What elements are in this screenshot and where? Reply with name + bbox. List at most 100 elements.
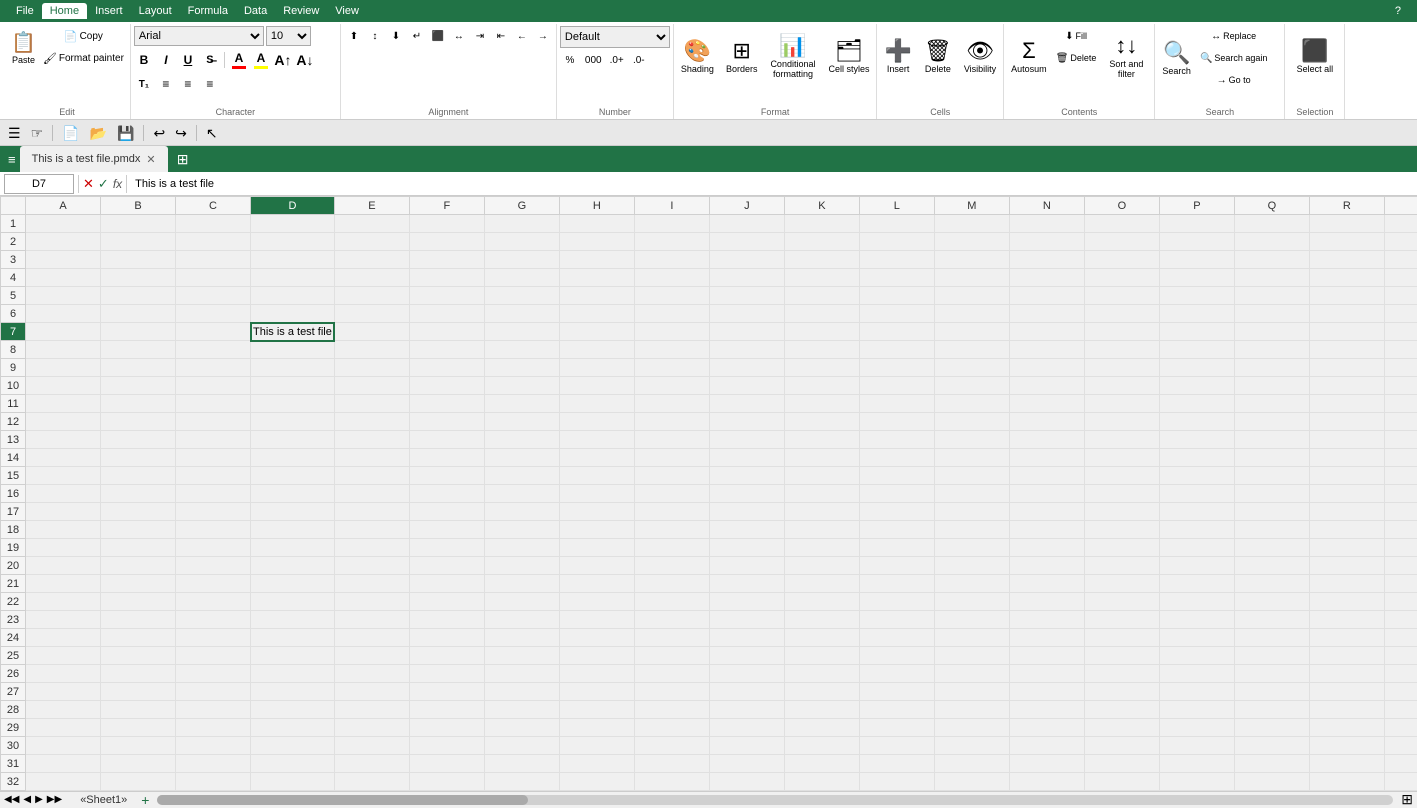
table-cell[interactable]	[559, 665, 634, 683]
table-cell[interactable]	[859, 521, 934, 539]
table-cell[interactable]	[1309, 449, 1384, 467]
table-cell[interactable]	[1234, 359, 1309, 377]
table-cell[interactable]	[484, 395, 559, 413]
table-cell[interactable]	[251, 485, 335, 503]
table-cell[interactable]	[1084, 431, 1159, 449]
copy-button[interactable]: 📄 Copy	[40, 26, 127, 46]
table-cell[interactable]	[409, 557, 484, 575]
table-cell[interactable]	[709, 683, 784, 701]
table-cell[interactable]	[634, 629, 709, 647]
table-cell[interactable]	[1009, 413, 1084, 431]
table-cell[interactable]	[1009, 611, 1084, 629]
table-cell[interactable]	[709, 287, 784, 305]
table-cell[interactable]	[559, 485, 634, 503]
row-header-3[interactable]: 3	[1, 251, 26, 269]
table-cell[interactable]	[634, 521, 709, 539]
table-cell[interactable]	[409, 341, 484, 359]
table-cell[interactable]	[709, 629, 784, 647]
table-cell[interactable]	[634, 341, 709, 359]
table-cell[interactable]	[784, 719, 859, 737]
table-cell[interactable]	[484, 773, 559, 791]
align-middle-button[interactable]: ↕	[365, 26, 385, 46]
col-header-S[interactable]: S	[1384, 197, 1417, 215]
table-cell[interactable]	[634, 755, 709, 773]
table-cell[interactable]	[101, 539, 176, 557]
align-bottom-button[interactable]: ⬇	[386, 26, 406, 46]
table-cell[interactable]	[934, 485, 1009, 503]
table-cell[interactable]	[334, 755, 409, 773]
table-cell[interactable]	[709, 395, 784, 413]
table-cell[interactable]	[484, 575, 559, 593]
table-cell[interactable]	[1084, 647, 1159, 665]
table-cell[interactable]	[559, 575, 634, 593]
table-cell[interactable]	[101, 683, 176, 701]
table-cell[interactable]	[1309, 269, 1384, 287]
table-cell[interactable]	[1084, 485, 1159, 503]
table-cell[interactable]	[559, 215, 634, 233]
table-cell[interactable]	[1309, 575, 1384, 593]
table-cell[interactable]	[251, 593, 335, 611]
number-format-select[interactable]: Default	[560, 26, 670, 48]
table-cell[interactable]	[101, 719, 176, 737]
subscript-button[interactable]: T₁	[134, 74, 154, 94]
table-cell[interactable]	[1384, 521, 1417, 539]
table-cell[interactable]	[709, 269, 784, 287]
table-cell[interactable]	[1384, 215, 1417, 233]
table-cell[interactable]	[784, 575, 859, 593]
table-cell[interactable]	[634, 359, 709, 377]
autosum-button[interactable]: Σ Autosum	[1007, 26, 1051, 86]
table-cell[interactable]	[1309, 305, 1384, 323]
table-cell[interactable]	[1384, 539, 1417, 557]
table-cell[interactable]	[409, 269, 484, 287]
table-cell[interactable]	[634, 665, 709, 683]
table-cell[interactable]	[101, 557, 176, 575]
table-cell[interactable]	[251, 467, 335, 485]
row-header-23[interactable]: 23	[1, 611, 26, 629]
table-cell[interactable]	[1159, 503, 1234, 521]
table-cell[interactable]	[559, 773, 634, 791]
table-cell[interactable]	[1234, 341, 1309, 359]
row-header-32[interactable]: 32	[1, 773, 26, 791]
table-cell[interactable]	[934, 377, 1009, 395]
table-cell[interactable]	[26, 557, 101, 575]
table-cell[interactable]	[1234, 377, 1309, 395]
table-cell[interactable]	[634, 431, 709, 449]
table-cell[interactable]	[1309, 467, 1384, 485]
table-cell[interactable]	[1159, 449, 1234, 467]
table-cell[interactable]	[1234, 755, 1309, 773]
table-cell[interactable]	[934, 449, 1009, 467]
table-cell[interactable]	[176, 431, 251, 449]
table-cell[interactable]	[409, 431, 484, 449]
table-cell[interactable]	[859, 575, 934, 593]
table-cell[interactable]	[709, 611, 784, 629]
table-cell[interactable]	[1159, 431, 1234, 449]
table-cell[interactable]	[1234, 503, 1309, 521]
table-cell[interactable]	[1159, 305, 1234, 323]
table-cell[interactable]	[1084, 683, 1159, 701]
pointer-button[interactable]: ↖	[202, 125, 222, 141]
table-cell[interactable]	[1309, 593, 1384, 611]
table-cell[interactable]	[709, 233, 784, 251]
table-cell[interactable]	[1309, 233, 1384, 251]
table-cell[interactable]	[634, 539, 709, 557]
table-cell[interactable]	[934, 773, 1009, 791]
menu-toggle-button[interactable]: ☰	[4, 125, 25, 141]
table-cell[interactable]	[859, 503, 934, 521]
table-cell[interactable]	[1084, 467, 1159, 485]
table-cell[interactable]	[334, 701, 409, 719]
table-cell[interactable]	[1084, 755, 1159, 773]
table-cell[interactable]	[334, 413, 409, 431]
table-cell[interactable]	[859, 215, 934, 233]
col-header-E[interactable]: E	[334, 197, 409, 215]
table-cell[interactable]	[409, 449, 484, 467]
table-cell[interactable]	[934, 593, 1009, 611]
table-cell[interactable]	[634, 413, 709, 431]
table-cell[interactable]	[859, 755, 934, 773]
table-cell[interactable]	[1384, 503, 1417, 521]
table-cell[interactable]	[1084, 593, 1159, 611]
table-cell[interactable]	[1159, 665, 1234, 683]
table-cell[interactable]	[559, 449, 634, 467]
table-cell[interactable]	[1159, 377, 1234, 395]
table-cell[interactable]	[709, 359, 784, 377]
table-cell[interactable]	[26, 737, 101, 755]
